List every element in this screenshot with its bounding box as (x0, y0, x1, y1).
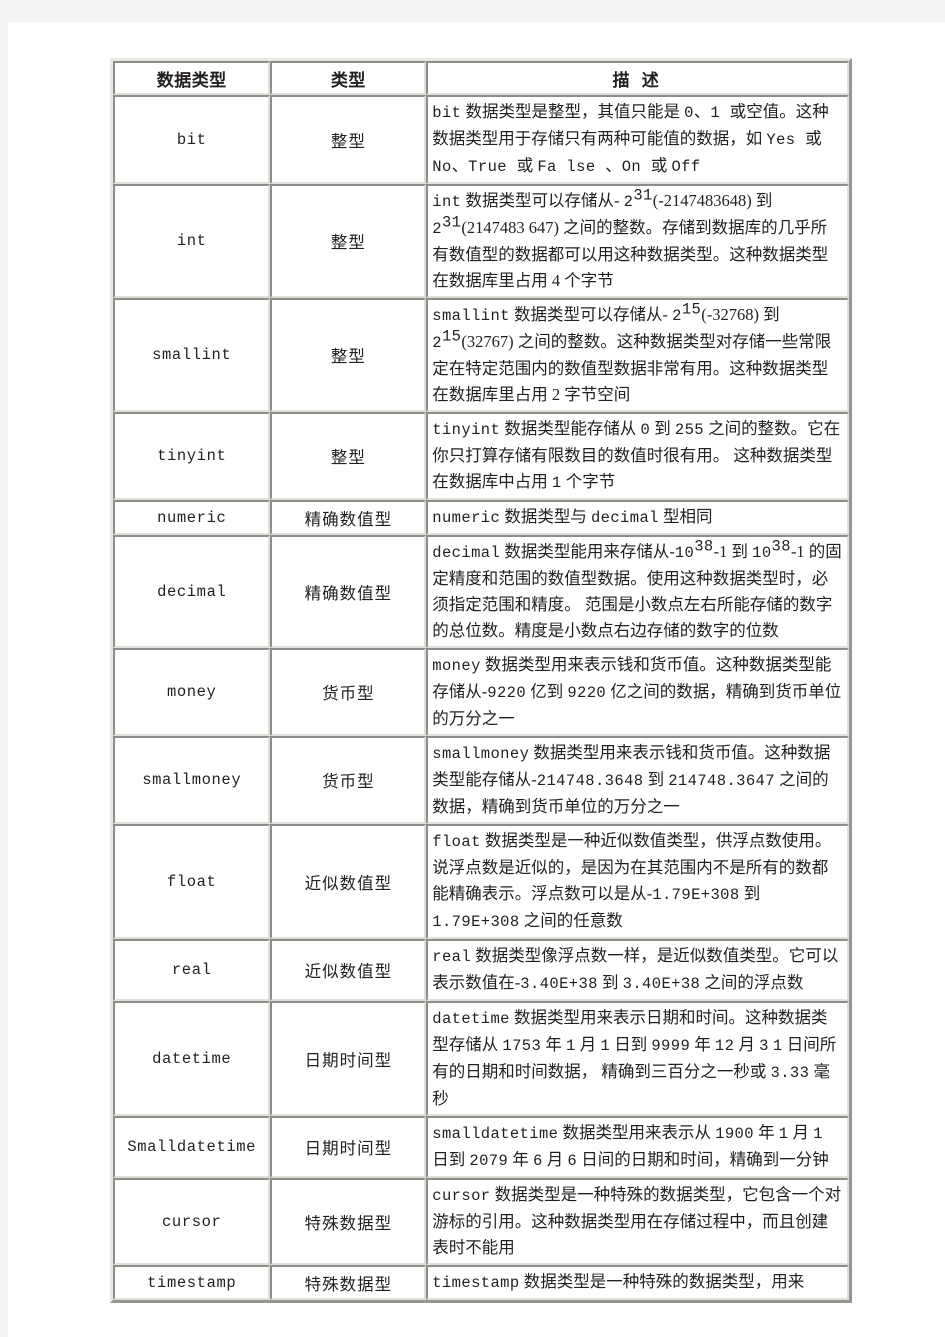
table-row: smallint 整型 smallint 数据类型可以存储从- 215(-327… (113, 298, 849, 412)
cell-data-type-name: datetime (113, 1001, 271, 1116)
table-row: tinyint 整型 tinyint 数据类型能存储从 0 到 255 之间的整… (113, 412, 849, 500)
cell-data-type-name: smallint (113, 298, 271, 412)
table-row: Smalldatetime 日期时间型 smalldatetime 数据类型用来… (113, 1116, 849, 1178)
cell-type-category: 货币型 (270, 648, 427, 736)
cell-data-type-name: numeric (113, 500, 271, 535)
cell-data-type-name: smallmoney (113, 736, 271, 824)
cell-type-category: 货币型 (270, 736, 427, 824)
cell-description: money 数据类型用来表示钱和货币值。这种数据类型能存储从-9220 亿到 9… (426, 648, 849, 736)
column-header-type: 类型 (270, 61, 427, 95)
document-page: 数据类型 类型 描 述 bit 整型 bit 数据类型是整型，其值只能是 0、1… (8, 22, 945, 1337)
cell-description: float 数据类型是一种近似数值类型，供浮点数使用。说浮点数是近似的，是因为在… (426, 824, 849, 939)
cell-description: smalldatetime 数据类型用来表示从 1900 年 1 月 1 日到 … (426, 1116, 849, 1178)
cell-data-type-name: timestamp (113, 1265, 271, 1300)
cell-data-type-name: Smalldatetime (113, 1116, 271, 1178)
table-row: cursor 特殊数据型 cursor 数据类型是一种特殊的数据类型，它包含一个… (113, 1178, 849, 1265)
cell-type-category: 近似数值型 (270, 824, 427, 939)
cell-description: int 数据类型可以存储从- 231(-2147483648) 到 231(21… (426, 184, 849, 298)
page-left-margin-strip (0, 22, 8, 1337)
sql-data-types-table: 数据类型 类型 描 述 bit 整型 bit 数据类型是整型，其值只能是 0、1… (110, 58, 852, 1303)
cell-type-category: 日期时间型 (270, 1116, 427, 1178)
table-row: money 货币型 money 数据类型用来表示钱和货币值。这种数据类型能存储从… (113, 648, 849, 736)
table-row: float 近似数值型 float 数据类型是一种近似数值类型，供浮点数使用。说… (113, 824, 849, 939)
table-row: decimal 精确数值型 decimal 数据类型能用来存储从-1038-1 … (113, 535, 849, 648)
table-header-row: 数据类型 类型 描 述 (113, 61, 849, 95)
cell-data-type-name: tinyint (113, 412, 271, 500)
cell-data-type-name: real (113, 939, 271, 1001)
table-row: real 近似数值型 real 数据类型像浮点数一样，是近似数值类型。它可以表示… (113, 939, 849, 1001)
cell-type-category: 整型 (270, 95, 427, 184)
cell-type-category: 整型 (270, 298, 427, 412)
cell-description: real 数据类型像浮点数一样，是近似数值类型。它可以表示数值在-3.40E+3… (426, 939, 849, 1001)
cell-data-type-name: cursor (113, 1178, 271, 1265)
table-row: datetime 日期时间型 datetime 数据类型用来表示日期和时间。这种… (113, 1001, 849, 1116)
cell-description: decimal 数据类型能用来存储从-1038-1 到 1038-1 的固定精度… (426, 535, 849, 648)
cell-data-type-name: decimal (113, 535, 271, 648)
cell-description: bit 数据类型是整型，其值只能是 0、1 或空值。这种数据类型用于存储只有两种… (426, 95, 849, 184)
cell-description: timestamp 数据类型是一种特殊的数据类型，用来 (426, 1265, 849, 1300)
cell-data-type-name: int (113, 184, 271, 298)
column-header-description: 描 述 (426, 61, 849, 95)
cell-type-category: 特殊数据型 (270, 1265, 427, 1300)
cell-type-category: 特殊数据型 (270, 1178, 427, 1265)
cell-description: smallmoney 数据类型用来表示钱和货币值。这种数据类型能存储从-2147… (426, 736, 849, 824)
cell-data-type-name: money (113, 648, 271, 736)
cell-description: tinyint 数据类型能存储从 0 到 255 之间的整数。它在你只打算存储有… (426, 412, 849, 500)
table-row: numeric 精确数值型 numeric 数据类型与 decimal 型相同 (113, 500, 849, 535)
cell-description: cursor 数据类型是一种特殊的数据类型，它包含一个对游标的引用。这种数据类型… (426, 1178, 849, 1265)
cell-description: datetime 数据类型用来表示日期和时间。这种数据类型存储从 1753 年 … (426, 1001, 849, 1116)
cell-type-category: 日期时间型 (270, 1001, 427, 1116)
cell-description: numeric 数据类型与 decimal 型相同 (426, 500, 849, 535)
table-row: smallmoney 货币型 smallmoney 数据类型用来表示钱和货币值。… (113, 736, 849, 824)
cell-description: smallint 数据类型可以存储从- 215(-32768) 到 215(32… (426, 298, 849, 412)
column-header-data-type: 数据类型 (113, 61, 271, 95)
cell-data-type-name: bit (113, 95, 271, 184)
table-row: bit 整型 bit 数据类型是整型，其值只能是 0、1 或空值。这种数据类型用… (113, 95, 849, 184)
table-row: timestamp 特殊数据型 timestamp 数据类型是一种特殊的数据类型… (113, 1265, 849, 1300)
cell-type-category: 近似数值型 (270, 939, 427, 1001)
table-row: int 整型 int 数据类型可以存储从- 231(-2147483648) 到… (113, 184, 849, 298)
cell-data-type-name: float (113, 824, 271, 939)
cell-type-category: 精确数值型 (270, 535, 427, 648)
cell-type-category: 精确数值型 (270, 500, 427, 535)
cell-type-category: 整型 (270, 184, 427, 298)
cell-type-category: 整型 (270, 412, 427, 500)
page-top-margin-strip (0, 0, 945, 22)
